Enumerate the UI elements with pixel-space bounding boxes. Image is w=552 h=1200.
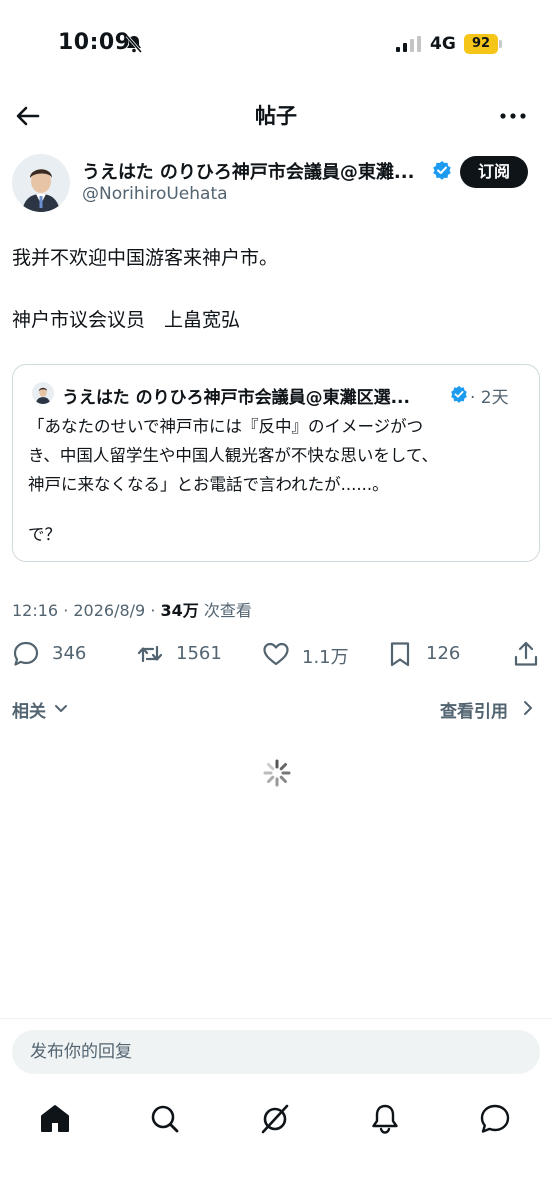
reply-input[interactable]: 发布你的回复 (12, 1030, 540, 1074)
quote-timestamp: · 2天 (470, 388, 509, 408)
notifications-icon[interactable] (368, 1102, 402, 1136)
signal-icon (396, 36, 421, 52)
network-type: 4G (430, 34, 456, 54)
status-time: 10:09 (58, 30, 131, 55)
chevron-down-icon[interactable] (53, 700, 69, 716)
share-icon[interactable] (512, 640, 540, 668)
home-icon[interactable] (38, 1102, 72, 1136)
author-avatar[interactable] (12, 154, 70, 212)
quote-text-line: 神戸に来なくなる」とお電話で言われたが......。 (28, 475, 389, 494)
page-title: 帖子 (255, 104, 297, 128)
messages-icon[interactable] (478, 1102, 512, 1136)
quote-text-line: で？ (28, 525, 61, 544)
related-dropdown[interactable]: 相关 (12, 697, 46, 722)
quote-author-avatar (32, 382, 54, 404)
verified-badge-icon (451, 385, 467, 403)
tweet-text-line: 我并不欢迎中国游客来神户市。 (12, 247, 279, 269)
bell-slash-icon (125, 35, 143, 53)
tweet-meta: 12:16 · 2026/8/9 · 34万 次查看 (12, 597, 252, 621)
repost-count: 1561 (176, 643, 222, 664)
repost-icon[interactable] (136, 640, 164, 668)
more-options-icon[interactable] (496, 104, 530, 128)
like-heart-icon[interactable] (262, 640, 290, 668)
view-quotes-link[interactable]: 查看引用 (440, 697, 508, 722)
grok-icon[interactable] (258, 1102, 292, 1136)
bookmark-count: 126 (426, 643, 461, 664)
reply-icon[interactable] (12, 640, 40, 668)
tweet-text-line: 神户市议会议员 上畠宽弘 (12, 309, 241, 331)
view-count[interactable]: 34万 (160, 601, 198, 620)
quote-text-line: き、中国人留学生や中国人観光客が不快な思いをして、 (28, 446, 439, 465)
bookmark-icon[interactable] (386, 640, 414, 668)
chevron-right-icon[interactable] (520, 700, 536, 716)
subscribe-button[interactable]: 订阅 (460, 156, 528, 188)
quote-text-line: 「あなたのせいで神戸市には『反中』のイメージがつ (28, 417, 424, 436)
reply-count: 346 (52, 643, 87, 664)
verified-badge-icon (433, 161, 451, 180)
quote-author-name: うえはた のりひろ神戸市会議員@東灘区選... (62, 388, 410, 408)
battery-indicator: 92 (464, 34, 502, 54)
divider (0, 1018, 552, 1019)
battery-level: 92 (464, 34, 498, 54)
author-name[interactable]: うえはた のりひろ神戸市会議員@東灘... (82, 158, 430, 184)
search-icon[interactable] (148, 1102, 182, 1136)
like-count: 1.1万 (302, 647, 349, 668)
loading-spinner-icon (263, 759, 291, 787)
view-label: 次查看 (198, 601, 252, 620)
battery-cap (499, 40, 502, 48)
tweet-timestamp: 12:16 · 2026/8/9 · (12, 601, 161, 620)
author-handle[interactable]: @NorihiroUehata (82, 184, 228, 204)
